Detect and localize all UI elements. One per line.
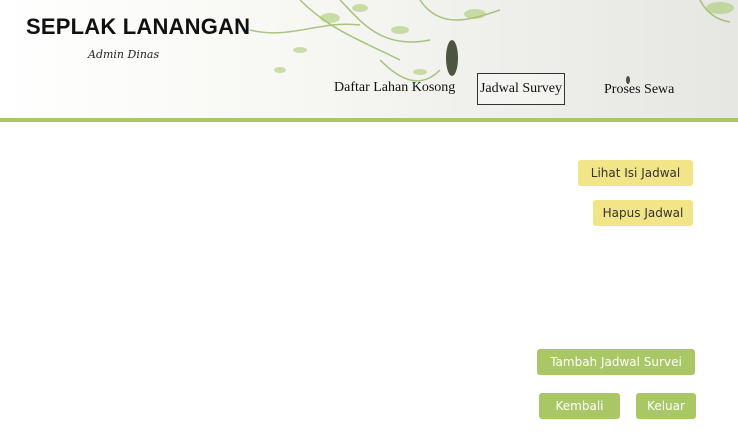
add-survey-schedule-button[interactable]: Tambah Jadwal Survei — [537, 349, 695, 375]
site-title: SEPLAK LANANGAN — [26, 14, 251, 39]
delete-schedule-button[interactable]: Hapus Jadwal — [593, 200, 693, 226]
logout-button[interactable]: Keluar — [636, 393, 696, 419]
nav-item-jadwal-survey[interactable]: Jadwal Survey — [477, 73, 565, 105]
nav-item-daftar-lahan-kosong[interactable]: Daftar Lahan Kosong — [334, 73, 455, 103]
nav-item-proses-sewa[interactable]: Proses Sewa — [604, 75, 674, 105]
header-divider — [0, 118, 738, 122]
main-nav: Daftar Lahan Kosong Jadwal Survey Proses… — [0, 72, 738, 106]
view-schedule-button[interactable]: Lihat Isi Jadwal — [578, 160, 693, 186]
header-banner: SEPLAK LANANGAN Admin Dinas Daftar Lahan… — [0, 0, 738, 120]
back-button[interactable]: Kembali — [539, 393, 620, 419]
site-subtitle: Admin Dinas — [88, 48, 160, 61]
